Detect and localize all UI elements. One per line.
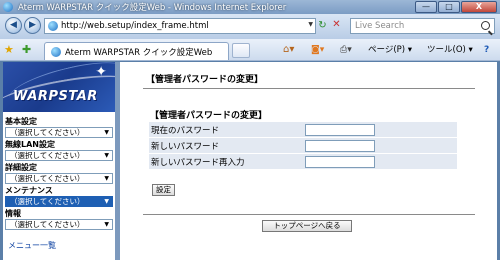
sidebar-menu: 基本設定 （選択してください） ▼ 無線LAN設定 （選択してください） ▼ 詳… <box>3 112 115 260</box>
chevron-down-icon: ▼ <box>104 221 109 228</box>
favorites-star-icon[interactable]: ★ <box>4 43 14 56</box>
search-icon[interactable] <box>481 21 490 30</box>
star-icon: ✦ <box>95 64 107 80</box>
wireless-settings-select[interactable]: （選択してください） ▼ <box>5 150 113 161</box>
current-password-field[interactable] <box>305 123 375 136</box>
chevron-down-icon: ▼ <box>104 129 109 136</box>
address-bar: ◀ ▶ http://web.setup/index_frame.html ▼ … <box>0 14 500 39</box>
chevron-down-icon: ▼ <box>104 175 109 182</box>
title-bar: Aterm WARPSTAR クイック設定Web - Windows Inter… <box>0 0 500 14</box>
url-dropdown-icon[interactable]: ▼ <box>308 21 313 28</box>
warpstar-logo: ✦ WARPSTAR <box>3 62 115 112</box>
close-button[interactable]: X <box>461 1 497 13</box>
menu-heading: 基本設定 <box>5 117 37 126</box>
tools-menu[interactable]: ツール(O) ▾ <box>427 44 473 56</box>
menu-group-basic: 基本設定 （選択してください） ▼ <box>3 116 115 138</box>
menu-heading: メンテナンス <box>5 186 53 195</box>
menu-list-link[interactable]: メニュー一覧 <box>8 240 56 251</box>
menu-group-advanced: 詳細設定 （選択してください） ▼ <box>3 162 115 184</box>
stop-icon[interactable]: ✕ <box>331 19 342 31</box>
search-placeholder: Live Search <box>355 21 405 31</box>
window-title: Aterm WARPSTAR クイック設定Web - Windows Inter… <box>18 3 287 13</box>
set-button[interactable]: 設定 <box>152 184 175 196</box>
maximize-button[interactable]: □ <box>438 1 460 13</box>
menu-group-wireless: 無線LAN設定 （選択してください） ▼ <box>3 139 115 161</box>
home-icon[interactable]: ⌂▾ <box>283 44 294 56</box>
chevron-down-icon: ▼ <box>104 152 109 159</box>
page-content: ✦ WARPSTAR 基本設定 （選択してください） ▼ 無線LAN設定 （選択… <box>3 62 497 260</box>
feeds-icon[interactable]: ◙▾ <box>311 44 324 56</box>
print-icon[interactable]: ⎙▾ <box>340 44 352 56</box>
search-input[interactable]: Live Search <box>350 18 495 34</box>
form-row: 新しいパスワード <box>149 138 457 153</box>
tab-active[interactable]: Aterm WARPSTAR クイック設定Web <box>44 42 229 60</box>
back-button[interactable]: ◀ <box>5 17 22 34</box>
ie-icon <box>3 2 13 12</box>
url-text: http://web.setup/index_frame.html <box>61 21 209 31</box>
tab-page-icon <box>51 46 61 57</box>
menu-heading: 情報 <box>5 209 21 218</box>
basic-settings-select[interactable]: （選択してください） ▼ <box>5 127 113 138</box>
help-icon[interactable]: ? <box>484 44 489 56</box>
info-select[interactable]: （選択してください） ▼ <box>5 219 113 230</box>
confirm-password-field[interactable] <box>305 155 375 168</box>
maintenance-select[interactable]: （選択してください） ▼ <box>5 196 113 207</box>
new-tab-button[interactable] <box>232 43 250 58</box>
divider <box>143 88 475 89</box>
main-frame: 【管理者パスワードの変更】 【管理者パスワードの変更】 現在のパスワード 新しい… <box>120 62 497 260</box>
tab-label: Aterm WARPSTAR クイック設定Web <box>65 47 213 58</box>
window-controls: — □ X <box>415 1 497 13</box>
logo-text: WARPSTAR <box>13 89 98 104</box>
url-input[interactable]: http://web.setup/index_frame.html ▼ <box>44 18 316 34</box>
field-label: 現在のパスワード <box>151 125 220 136</box>
form-row: 現在のパスワード <box>149 122 457 137</box>
page-title: 【管理者パスワードの変更】 <box>146 75 264 85</box>
advanced-settings-select[interactable]: （選択してください） ▼ <box>5 173 113 184</box>
divider <box>143 214 475 215</box>
menu-group-maintenance: メンテナンス （選択してください） ▼ <box>3 185 115 207</box>
page-icon <box>48 21 58 31</box>
add-favorites-icon[interactable]: ✚ <box>22 43 31 56</box>
back-to-top-button[interactable]: トップページへ戻る <box>262 220 352 232</box>
forward-button[interactable]: ▶ <box>24 17 41 34</box>
menu-heading: 詳細設定 <box>5 163 37 172</box>
menu-heading: 無線LAN設定 <box>5 140 55 149</box>
form-row: 新しいパスワード再入力 <box>149 154 457 169</box>
password-form: 現在のパスワード 新しいパスワード 新しいパスワード再入力 <box>149 122 457 170</box>
field-label: 新しいパスワード再入力 <box>151 157 245 168</box>
refresh-icon[interactable]: ↻ <box>317 20 328 31</box>
minimize-button[interactable]: — <box>415 1 437 13</box>
chevron-down-icon: ▼ <box>104 198 109 205</box>
field-label: 新しいパスワード <box>151 141 220 152</box>
new-password-field[interactable] <box>305 139 375 152</box>
menu-group-info: 情報 （選択してください） ▼ <box>3 208 115 230</box>
sidebar-frame: ✦ WARPSTAR 基本設定 （選択してください） ▼ 無線LAN設定 （選択… <box>3 62 115 260</box>
tab-bar: ★ ✚ Aterm WARPSTAR クイック設定Web ⌂▾ ◙▾ ⎙▾ ペー… <box>0 39 500 61</box>
page-menu[interactable]: ページ(P) ▾ <box>368 44 412 56</box>
section-title: 【管理者パスワードの変更】 <box>150 111 268 121</box>
